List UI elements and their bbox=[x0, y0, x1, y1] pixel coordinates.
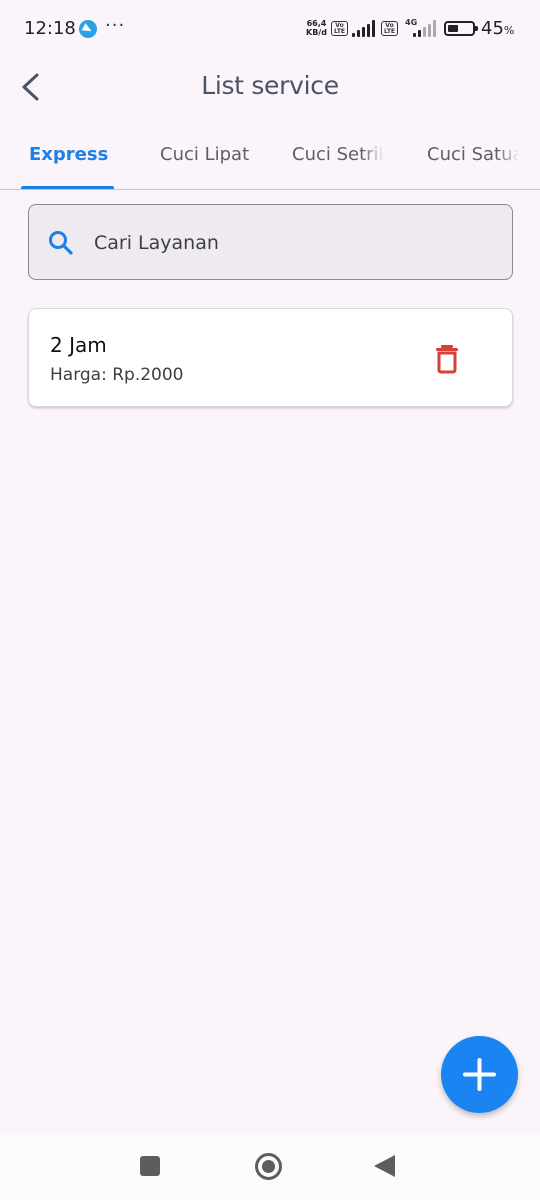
search-icon bbox=[49, 231, 73, 255]
network-speed-value: 66,4 bbox=[306, 19, 327, 28]
search-input[interactable]: Cari Layanan bbox=[28, 204, 513, 280]
more-notifications-icon: ··· bbox=[105, 15, 126, 36]
screen: 12:18 ··· 66,4 KB/d Vo LTE Vo LTE 4G 45% bbox=[0, 0, 540, 1200]
battery-percent: 45% bbox=[481, 18, 515, 39]
volte-icon: Vo LTE bbox=[331, 21, 348, 36]
service-card[interactable]: 2 Jam Harga: Rp.2000 bbox=[28, 308, 513, 407]
delete-button[interactable] bbox=[429, 339, 465, 379]
telegram-icon bbox=[79, 20, 97, 38]
service-price: Harga: Rp.2000 bbox=[50, 365, 184, 385]
system-nav-bar bbox=[0, 1134, 540, 1200]
tab-cuci-satuan[interactable]: Cuci Satuan bbox=[427, 144, 519, 165]
volte-icon-sim2: Vo LTE bbox=[381, 21, 398, 36]
service-name: 2 Jam bbox=[50, 333, 107, 357]
status-time: 12:18 bbox=[24, 18, 76, 39]
tab-cuci-lipat[interactable]: Cuci Lipat bbox=[160, 144, 249, 165]
status-bar: 12:18 ··· 66,4 KB/d Vo LTE Vo LTE 4G 45% bbox=[0, 0, 540, 58]
home-button[interactable] bbox=[255, 1153, 282, 1180]
add-service-button[interactable] bbox=[441, 1036, 518, 1113]
signal-icon-sim2 bbox=[413, 20, 437, 37]
system-back-button[interactable] bbox=[374, 1155, 395, 1177]
app-bar: List service bbox=[0, 58, 540, 118]
recent-apps-button[interactable] bbox=[140, 1156, 160, 1176]
battery-fill bbox=[448, 25, 458, 32]
page-title: List service bbox=[201, 71, 339, 100]
network-speed-unit: KB/d bbox=[306, 28, 327, 37]
search-placeholder: Cari Layanan bbox=[94, 232, 219, 254]
network-speed: 66,4 KB/d bbox=[306, 19, 327, 37]
plus-icon bbox=[463, 1058, 496, 1091]
tab-cuci-setrika[interactable]: Cuci Setrika bbox=[292, 144, 384, 165]
tab-express[interactable]: Express bbox=[29, 144, 108, 165]
tab-indicator bbox=[21, 186, 114, 189]
battery-icon bbox=[444, 21, 478, 36]
signal-icon bbox=[352, 20, 376, 37]
tab-bar: Express Cuci Lipat Cuci Setrika Cuci Sat… bbox=[0, 128, 540, 190]
trash-icon bbox=[436, 345, 458, 374]
